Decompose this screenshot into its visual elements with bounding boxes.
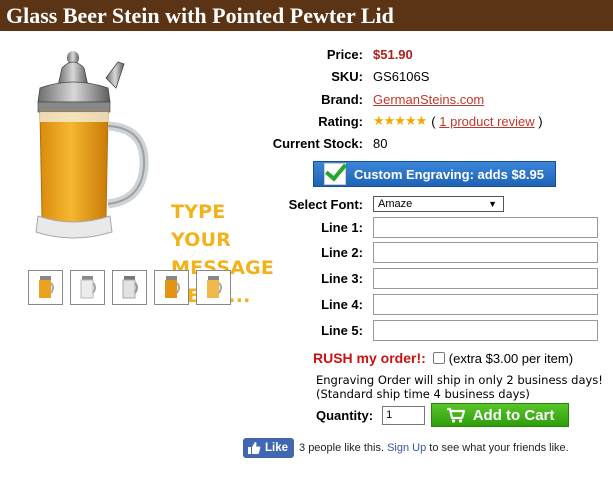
thumbnail-4[interactable]	[154, 270, 189, 305]
overlay-line-1: TYPE YOUR	[171, 201, 232, 251]
facebook-like-row: Like 3 people like this. Sign Up to see …	[243, 438, 569, 458]
rating-label: Rating:	[318, 113, 363, 129]
price-value: $51.90	[373, 46, 413, 62]
cart-icon	[446, 407, 465, 423]
engraving-line-4-row: Line 4:	[270, 294, 598, 315]
rating-open-paren: (	[431, 113, 436, 129]
price-label: Price:	[326, 46, 363, 62]
beer-stein-image	[35, 51, 149, 239]
font-select-value: Amaze	[378, 198, 413, 210]
thumbnail-3[interactable]	[112, 270, 147, 305]
rush-order-row: RUSH my order!: (extra $3.00 per item)	[313, 350, 573, 366]
facebook-like-suffix: to see what your friends like.	[429, 442, 569, 454]
engraving-line-3-row: Line 3:	[270, 268, 598, 289]
line-2-input[interactable]	[373, 242, 598, 263]
stock-row: Current Stock: 80	[270, 134, 388, 152]
sku-value: GS6106S	[373, 68, 430, 84]
facebook-like-button[interactable]: Like	[243, 438, 295, 458]
sku-label: SKU:	[331, 68, 363, 84]
line-2-label: Line 2:	[321, 245, 363, 260]
line-1-input[interactable]	[373, 217, 598, 238]
brand-label: Brand:	[321, 91, 363, 107]
brand-link[interactable]: GermanSteins.com	[373, 92, 484, 107]
stock-value: 80	[373, 135, 388, 151]
quantity-input[interactable]: 1	[382, 405, 426, 425]
rush-order-label: RUSH my order!:	[313, 350, 426, 366]
line-1-label: Line 1:	[321, 220, 363, 235]
product-title: Glass Beer Stein with Pointed Pewter Lid	[6, 3, 394, 28]
font-select-row: Select Font: Amaze ▼	[270, 196, 504, 212]
line-5-input[interactable]	[373, 320, 598, 341]
product-main-image[interactable]: TYPE YOUR MESSAGE HERE...	[18, 48, 274, 307]
quantity-row: Quantity: 1 Add to Cart	[316, 403, 570, 427]
line-3-input[interactable]	[373, 268, 598, 289]
custom-engraving-button[interactable]: Custom Engraving: adds $8.95	[313, 161, 556, 187]
facebook-like-count: 3 people like this.	[299, 442, 385, 454]
rating-close-paren: )	[538, 113, 543, 129]
line-3-label: Line 3:	[321, 271, 363, 286]
custom-engraving-label: Custom Engraving: adds $8.95	[354, 166, 544, 182]
shipping-note: Engraving Order will ship in only 2 busi…	[316, 373, 603, 401]
title-bar: Glass Beer Stein with Pointed Pewter Lid	[0, 0, 613, 31]
stock-label: Current Stock:	[272, 135, 363, 151]
facebook-like-label: Like	[265, 442, 289, 454]
rush-extra-text: (extra $3.00 per item)	[448, 350, 574, 366]
engraving-line-5-row: Line 5:	[270, 320, 598, 341]
shipping-note-line-2: (Standard ship time 4 business days)	[316, 387, 530, 401]
rating-row: Rating: ★★★★★ ( 1 product review )	[270, 112, 543, 130]
facebook-like-text: 3 people like this. Sign Up to see what …	[299, 442, 569, 454]
checkmark-icon	[324, 163, 346, 185]
thumbnail-strip	[28, 270, 231, 305]
rush-order-checkbox[interactable]	[432, 352, 445, 364]
brand-row: Brand: GermanSteins.com	[270, 90, 484, 108]
review-link[interactable]: 1 product review	[439, 114, 534, 129]
thumbs-up-icon	[248, 442, 261, 454]
engraving-line-1-row: Line 1:	[270, 217, 598, 238]
font-select-label: Select Font:	[288, 196, 363, 212]
font-select[interactable]: Amaze ▼	[373, 196, 504, 212]
engraving-line-2-row: Line 2:	[270, 242, 598, 263]
price-row: Price: $51.90	[270, 45, 413, 63]
thumbnail-5[interactable]	[196, 270, 231, 305]
thumbnail-1[interactable]	[28, 270, 63, 305]
shipping-note-line-1: Engraving Order will ship in only 2 busi…	[316, 373, 603, 387]
add-to-cart-label: Add to Cart	[472, 406, 555, 424]
line-4-label: Line 4:	[321, 297, 363, 312]
thumbnail-2[interactable]	[70, 270, 105, 305]
line-4-input[interactable]	[373, 294, 598, 315]
chevron-down-icon: ▼	[488, 199, 497, 209]
line-5-label: Line 5:	[321, 323, 363, 338]
add-to-cart-button[interactable]: Add to Cart	[431, 403, 570, 427]
rating-stars-icon: ★★★★★	[373, 113, 427, 128]
quantity-label: Quantity:	[316, 407, 374, 423]
facebook-signup-link[interactable]: Sign Up	[387, 442, 426, 454]
sku-row: SKU: GS6106S	[270, 67, 429, 85]
